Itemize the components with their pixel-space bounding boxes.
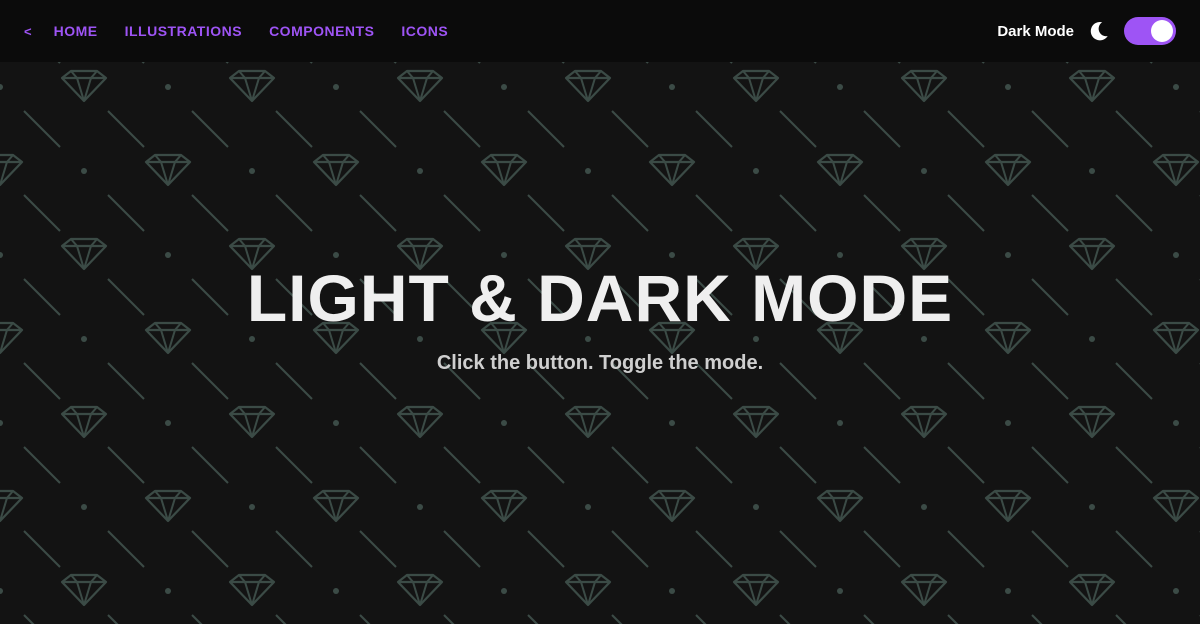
hero-section: LIGHT & DARK MODE Click the button. Togg… — [0, 258, 1200, 375]
moon-icon — [1090, 22, 1108, 41]
nav-link-components[interactable]: COMPONENTS — [269, 23, 374, 39]
top-navbar: < HOME ILLUSTRATIONS COMPONENTS ICONS Da… — [0, 0, 1200, 62]
nav-links: < HOME ILLUSTRATIONS COMPONENTS ICONS — [24, 0, 475, 62]
dark-mode-toggle[interactable] — [1124, 17, 1176, 45]
mode-switcher: Dark Mode — [997, 0, 1176, 62]
hero-subtitle: Click the button. Toggle the mode. — [436, 352, 764, 374]
toggle-knob[interactable] — [1151, 20, 1173, 42]
dark-mode-label: Dark Mode — [997, 22, 1074, 40]
nav-link-home[interactable]: HOME — [54, 23, 98, 39]
back-link[interactable]: < — [24, 24, 32, 39]
page: < HOME ILLUSTRATIONS COMPONENTS ICONS Da… — [0, 0, 1200, 624]
hero-title: LIGHT & DARK MODE — [246, 261, 954, 335]
nav-link-illustrations[interactable]: ILLUSTRATIONS — [125, 23, 242, 39]
nav-link-icons[interactable]: ICONS — [401, 23, 448, 39]
